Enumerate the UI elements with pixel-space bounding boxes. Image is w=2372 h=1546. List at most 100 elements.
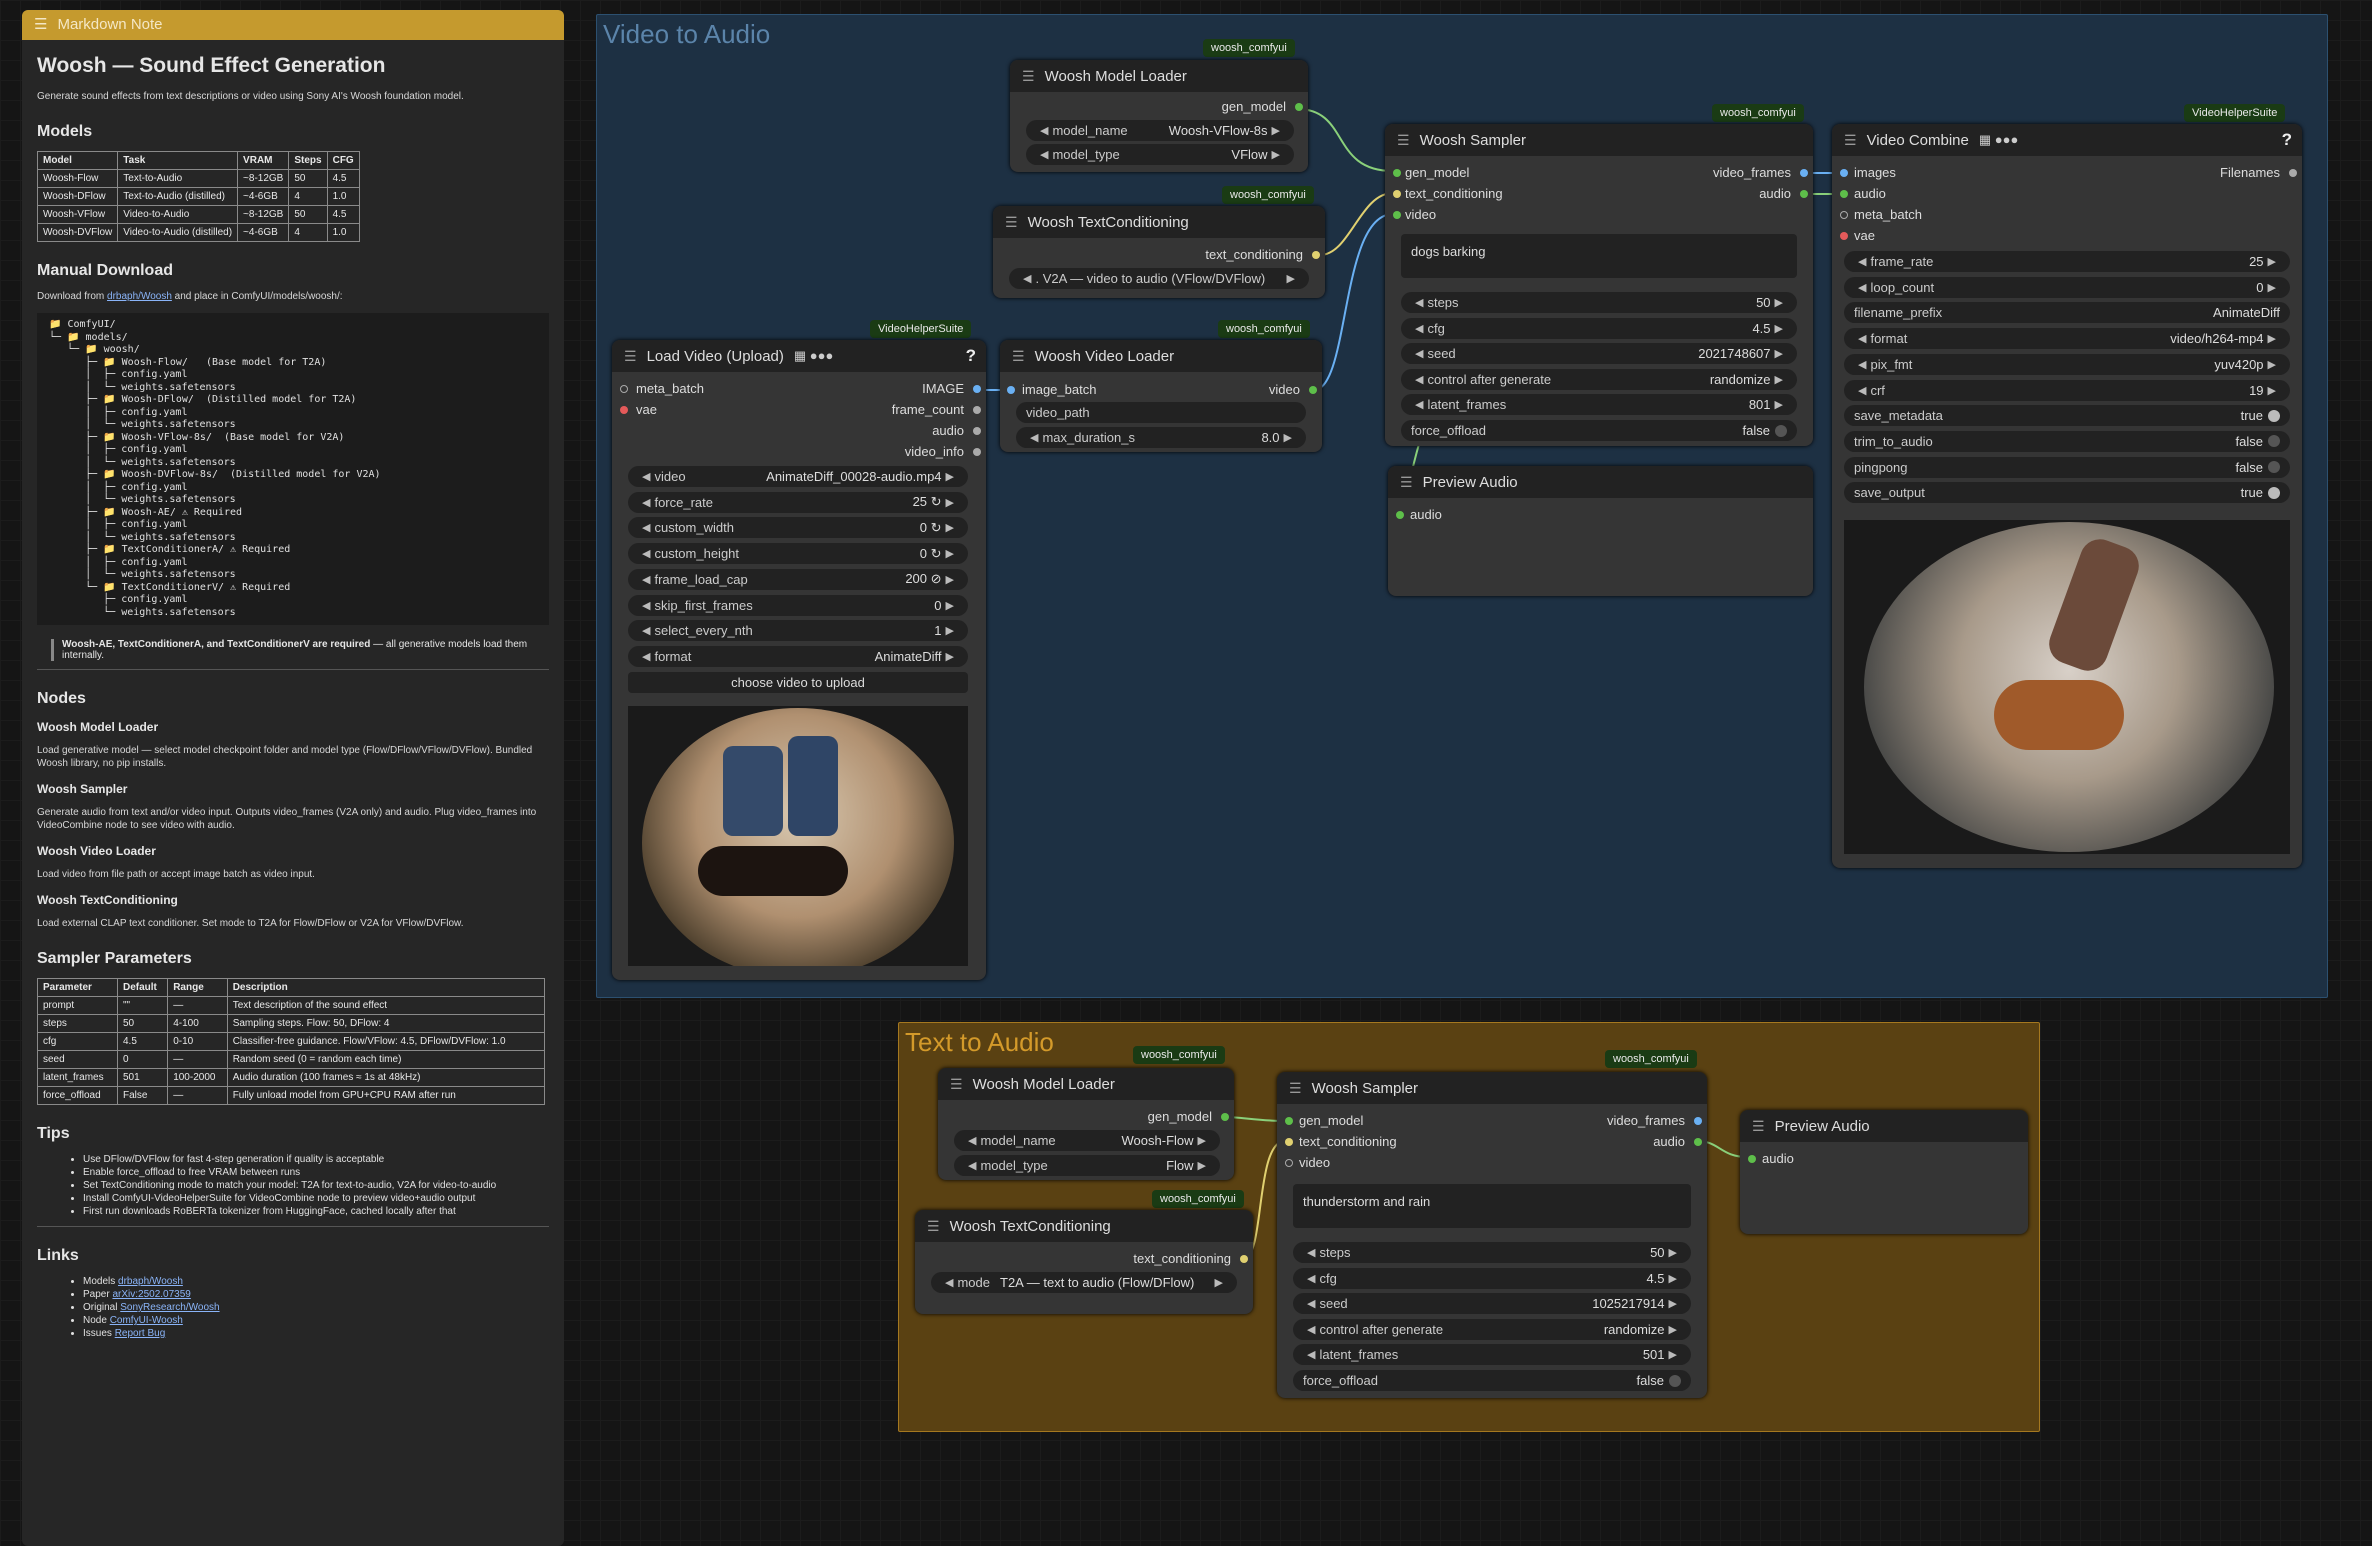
menu-icon[interactable]: ☰ bbox=[1400, 474, 1413, 491]
increment-arrow-icon[interactable]: ▶ bbox=[946, 496, 954, 509]
input-dot[interactable] bbox=[1285, 1117, 1293, 1125]
widget-format[interactable]: ◀ format AnimateDiff ▶ bbox=[628, 645, 968, 667]
increment-arrow-icon[interactable]: ▶ bbox=[1775, 398, 1783, 411]
decrement-arrow-icon[interactable]: ◀ bbox=[642, 599, 650, 612]
node-t2a-text-conditioning[interactable]: ☰ Woosh TextConditioning text_conditionin… bbox=[915, 1210, 1253, 1314]
widget-video-path[interactable]: video_path bbox=[1016, 402, 1306, 423]
menu-icon[interactable]: ☰ bbox=[34, 10, 47, 40]
output-dot[interactable] bbox=[973, 406, 981, 414]
menu-icon[interactable]: ☰ bbox=[1397, 132, 1410, 149]
widget-control-after-generate[interactable]: ◀ control after generate randomize ▶ bbox=[1293, 1318, 1691, 1340]
link-anchor[interactable]: drbaph/Woosh bbox=[118, 1276, 183, 1287]
decrement-arrow-icon[interactable]: ◀ bbox=[1307, 1348, 1315, 1361]
node-v2a-preview-audio[interactable]: ☰ Preview Audio audio bbox=[1388, 466, 1813, 596]
toggle-trim_to_audio[interactable]: trim_to_audio false bbox=[1844, 430, 2290, 452]
toggle-save_metadata[interactable]: save_metadata true bbox=[1844, 405, 2290, 427]
output-dot[interactable] bbox=[973, 385, 981, 393]
output-dot[interactable] bbox=[973, 427, 981, 435]
help-icon[interactable]: ? bbox=[966, 346, 976, 366]
widget-frame_load_cap[interactable]: ◀ frame_load_cap 200 ⊘ ▶ bbox=[628, 568, 968, 590]
link-anchor[interactable]: Report Bug bbox=[115, 1328, 166, 1339]
toggle-pingpong[interactable]: pingpong false bbox=[1844, 456, 2290, 478]
node-t2a-woosh-sampler[interactable]: ☰ Woosh Sampler gen_model text_conditioni… bbox=[1277, 1072, 1707, 1398]
input-dot[interactable] bbox=[1285, 1159, 1293, 1167]
output-dot[interactable] bbox=[2289, 169, 2297, 177]
input-dot[interactable] bbox=[1840, 190, 1848, 198]
decrement-arrow-icon[interactable]: ◀ bbox=[642, 496, 650, 509]
widget-seed[interactable]: ◀ seed 2021748607 ▶ bbox=[1401, 343, 1797, 365]
menu-icon[interactable]: ☰ bbox=[950, 1076, 963, 1093]
widget-crf[interactable]: ◀ crf 19 ▶ bbox=[1844, 379, 2290, 401]
node-t2a-model-loader[interactable]: ☰ Woosh Model Loader gen_model ◀ model_nam… bbox=[938, 1068, 1234, 1180]
widget-force-offload[interactable]: force_offload false bbox=[1293, 1370, 1691, 1391]
increment-arrow-icon[interactable]: ▶ bbox=[946, 599, 954, 612]
input-dot[interactable] bbox=[1840, 169, 1848, 177]
widget-pix_fmt[interactable]: ◀ pix_fmt yuv420p ▶ bbox=[1844, 353, 2290, 375]
decrement-arrow-icon[interactable]: ◀ bbox=[1307, 1246, 1315, 1259]
menu-icon[interactable]: ☰ bbox=[624, 348, 637, 365]
node-video-combine[interactable]: ☰ Video Combine ▦ ●●● ? images audio meta_… bbox=[1832, 124, 2302, 868]
decrement-arrow-icon[interactable]: ◀ bbox=[1415, 296, 1423, 309]
widget-cfg[interactable]: ◀ cfg 4.5 ▶ bbox=[1293, 1267, 1691, 1289]
menu-icon[interactable]: ☰ bbox=[927, 1218, 940, 1235]
increment-arrow-icon[interactable]: ▶ bbox=[1669, 1246, 1677, 1259]
node-t2a-preview-audio[interactable]: ☰ Preview Audio audio bbox=[1740, 1110, 2028, 1234]
decrement-arrow-icon[interactable]: ◀ bbox=[1307, 1323, 1315, 1336]
widget-filename-prefix[interactable]: filename_prefix AnimateDiff bbox=[1844, 302, 2290, 324]
widget-control-after-generate[interactable]: ◀ control after generate randomize ▶ bbox=[1401, 368, 1797, 390]
increment-arrow-icon[interactable]: ▶ bbox=[1669, 1348, 1677, 1361]
increment-arrow-icon[interactable]: ▶ bbox=[1775, 322, 1783, 335]
decrement-arrow-icon[interactable]: ◀ bbox=[1415, 347, 1423, 360]
widget-seed[interactable]: ◀ seed 1025217914 ▶ bbox=[1293, 1293, 1691, 1315]
widget-latent_frames[interactable]: ◀ latent_frames 801 ▶ bbox=[1401, 394, 1797, 416]
widget-latent_frames[interactable]: ◀ latent_frames 501 ▶ bbox=[1293, 1344, 1691, 1366]
menu-icon[interactable]: ☰ bbox=[1022, 68, 1035, 85]
decrement-arrow-icon[interactable]: ◀ bbox=[1415, 322, 1423, 335]
widget-model-name[interactable]: ◀ model_name Woosh-VFlow-8s ▶ bbox=[1026, 120, 1294, 141]
input-dot[interactable] bbox=[1285, 1138, 1293, 1146]
widget-model-name[interactable]: ◀ model_name Woosh-Flow ▶ bbox=[954, 1130, 1220, 1151]
widget-frame_rate[interactable]: ◀ frame_rate 25 ▶ bbox=[1844, 251, 2290, 272]
increment-arrow-icon[interactable]: ▶ bbox=[1669, 1297, 1677, 1310]
increment-arrow-icon[interactable]: ▶ bbox=[946, 547, 954, 560]
node-v2a-woosh-sampler[interactable]: ☰ Woosh Sampler gen_model text_conditioni… bbox=[1385, 124, 1813, 446]
prompt-textarea[interactable]: thunderstorm and rain bbox=[1293, 1184, 1691, 1228]
widget-model-type[interactable]: ◀ model_type Flow ▶ bbox=[954, 1155, 1220, 1176]
menu-icon[interactable]: ☰ bbox=[1844, 132, 1857, 149]
decrement-arrow-icon[interactable]: ◀ bbox=[1307, 1272, 1315, 1285]
note-header[interactable]: ☰ Markdown Note bbox=[22, 10, 564, 40]
widget-force-offload[interactable]: force_offload false bbox=[1401, 420, 1797, 441]
widget-select_every_nth[interactable]: ◀ select_every_nth 1 ▶ bbox=[628, 620, 968, 642]
link-anchor[interactable]: arXiv:2502.07359 bbox=[112, 1289, 190, 1300]
decrement-arrow-icon[interactable]: ◀ bbox=[1415, 373, 1423, 386]
node-load-video-upload[interactable]: ☰ Load Video (Upload) ▦ ●●● ? meta_batch v… bbox=[612, 340, 986, 980]
node-woosh-video-loader[interactable]: ☰ Woosh Video Loader image_batch video vi… bbox=[1000, 340, 1322, 452]
increment-arrow-icon[interactable]: ▶ bbox=[946, 650, 954, 663]
output-dot[interactable] bbox=[1221, 1113, 1229, 1121]
input-dot[interactable] bbox=[1393, 169, 1401, 177]
prompt-textarea[interactable]: dogs barking bbox=[1401, 234, 1797, 278]
menu-icon[interactable]: ☰ bbox=[1752, 1118, 1765, 1135]
input-dot[interactable] bbox=[1748, 1155, 1756, 1163]
increment-arrow-icon[interactable]: ▶ bbox=[946, 470, 954, 483]
decrement-arrow-icon[interactable]: ◀ bbox=[642, 521, 650, 534]
widget-skip_first_frames[interactable]: ◀ skip_first_frames 0 ▶ bbox=[628, 594, 968, 616]
input-dot[interactable] bbox=[1007, 386, 1015, 394]
widget-custom_height[interactable]: ◀ custom_height 0 ↻ ▶ bbox=[628, 543, 968, 565]
decrement-arrow-icon[interactable]: ◀ bbox=[642, 573, 650, 586]
widget-mode[interactable]: ◀ mode T2A — text to audio (Flow/DFlow) ▶ bbox=[931, 1272, 1237, 1293]
increment-arrow-icon[interactable]: ▶ bbox=[1775, 347, 1783, 360]
widget-cfg[interactable]: ◀ cfg 4.5 ▶ bbox=[1401, 317, 1797, 339]
decrement-arrow-icon[interactable]: ◀ bbox=[1307, 1297, 1315, 1310]
widget-video[interactable]: ◀ video AnimateDiff_00028-audio.mp4 ▶ bbox=[628, 466, 968, 487]
output-dot[interactable] bbox=[1240, 1255, 1248, 1263]
widget-loop_count[interactable]: ◀ loop_count 0 ▶ bbox=[1844, 276, 2290, 298]
input-dot[interactable] bbox=[1840, 232, 1848, 240]
increment-arrow-icon[interactable]: ▶ bbox=[946, 573, 954, 586]
menu-icon[interactable]: ☰ bbox=[1005, 214, 1018, 231]
input-dot[interactable] bbox=[620, 385, 628, 393]
toggle-save_output[interactable]: save_output true bbox=[1844, 482, 2290, 504]
node-v2a-text-conditioning[interactable]: ☰ Woosh TextConditioning text_conditionin… bbox=[993, 206, 1325, 298]
link-anchor[interactable]: SonyResearch/Woosh bbox=[120, 1302, 219, 1313]
markdown-note[interactable]: ☰ Markdown Note Woosh — Sound Effect Gene… bbox=[22, 10, 564, 1546]
